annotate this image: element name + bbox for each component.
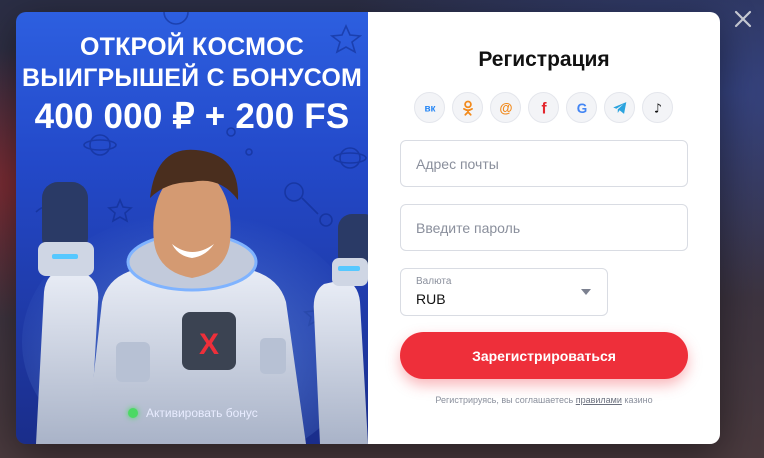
- social-login-list: вк @ f G ♪: [414, 92, 673, 123]
- tiktok-icon: ♪: [653, 100, 661, 115]
- tiktok-login-button[interactable]: ♪: [642, 92, 673, 123]
- currency-label: Валюта: [416, 276, 452, 287]
- vk-icon: вк: [424, 103, 435, 114]
- promo-line-2: ВЫИГРЫШЕЙ С БОНУСОМ: [21, 64, 363, 92]
- suit-logo: X: [199, 328, 219, 361]
- terms-notice: Регистрируясь, вы соглашаетесь правилами…: [368, 395, 720, 405]
- currency-value: RUB: [416, 291, 446, 307]
- telegram-login-button[interactable]: [604, 92, 635, 123]
- promo-banner: ОТКРОЙ КОСМОС ВЫИГРЫШЕЙ С БОНУСОМ 400 00…: [16, 12, 368, 444]
- facebook-icon: f: [541, 100, 547, 117]
- active-indicator-icon: [128, 408, 138, 418]
- odnoklassniki-icon: [462, 100, 473, 116]
- register-button[interactable]: Зарегистрироваться: [400, 332, 688, 379]
- promo-bonus-amount: 400 000 ₽ + 200 FS: [34, 97, 350, 136]
- astronaut-illustration: X: [22, 149, 368, 444]
- facebook-login-button[interactable]: f: [528, 92, 559, 123]
- svg-text:f: f: [541, 100, 547, 117]
- mail-login-button[interactable]: @: [490, 92, 521, 123]
- password-field[interactable]: [400, 204, 688, 251]
- google-login-button[interactable]: G: [566, 92, 597, 123]
- registration-modal: ОТКРОЙ КОСМОС ВЫИГРЫШЕЙ С БОНУСОМ 400 00…: [16, 12, 720, 444]
- caret-down-icon: [581, 289, 591, 295]
- google-icon: G: [576, 100, 587, 115]
- mail-at-icon: @: [499, 100, 512, 115]
- terms-suffix: казино: [624, 395, 653, 405]
- svg-text:G: G: [576, 100, 587, 115]
- svg-text:@: @: [499, 100, 512, 115]
- close-icon[interactable]: [732, 8, 754, 30]
- svg-text:вк: вк: [424, 103, 435, 114]
- rules-link[interactable]: правилами: [576, 395, 622, 405]
- telegram-icon: [612, 101, 626, 114]
- svg-text:♪: ♪: [653, 100, 661, 115]
- promo-headline: ОТКРОЙ КОСМОС ВЫИГРЫШЕЙ С БОНУСОМ 400 00…: [16, 32, 368, 138]
- terms-prefix: Регистрируясь, вы соглашаетесь: [435, 395, 574, 405]
- promo-line-1: ОТКРОЙ КОСМОС: [79, 33, 305, 61]
- registration-form: Регистрация вк @ f G ♪ Адрес почты Валют…: [368, 12, 720, 444]
- form-title: Регистрация: [478, 48, 610, 71]
- vk-login-button[interactable]: вк: [414, 92, 445, 123]
- email-field[interactable]: [400, 140, 688, 187]
- currency-select[interactable]: Валюта RUB: [400, 268, 608, 316]
- activate-bonus-toggle[interactable]: Активировать бонус: [128, 406, 258, 420]
- odnoklassniki-login-button[interactable]: [452, 92, 483, 123]
- activate-bonus-label: Активировать бонус: [146, 406, 258, 420]
